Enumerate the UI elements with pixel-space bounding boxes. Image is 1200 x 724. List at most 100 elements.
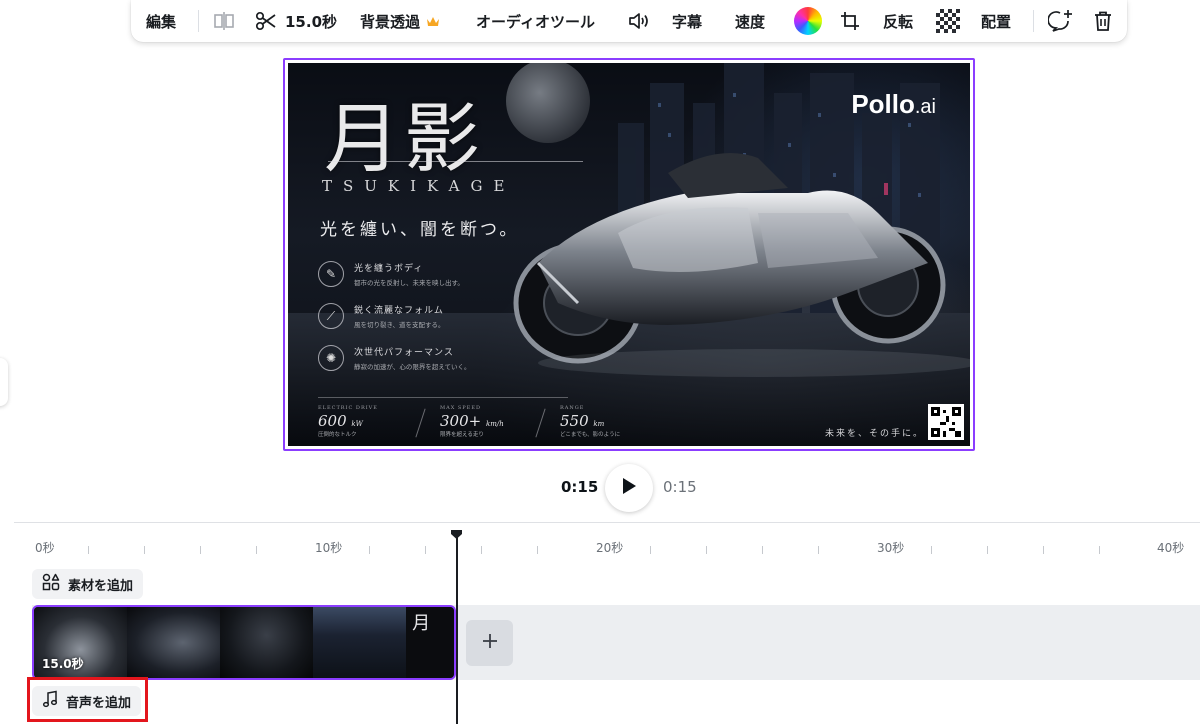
add-element-button[interactable]: 素材を追加 (32, 569, 144, 599)
design-canvas[interactable]: 月影 TSUKIKAGE 光を纏い、闇を断つ。 ✎ 光を纏うボディ 都市の光を反… (283, 58, 975, 451)
captions-button[interactable]: 字幕 (672, 0, 702, 42)
delete-button[interactable] (1092, 0, 1114, 42)
clip-thumbnail (127, 607, 221, 678)
ruler-tick (256, 546, 257, 554)
playhead-marker-icon[interactable] (450, 529, 463, 540)
flip-label: 反転 (883, 12, 914, 31)
speaker-icon (627, 11, 651, 31)
feature-desc: 静寂の加速が、心の限界を超えていく。 (354, 363, 471, 371)
spec-desc: 限界を超える走り (440, 432, 484, 438)
split-icon (213, 11, 235, 31)
trim-button[interactable]: 15.0秒 (255, 0, 337, 42)
comment-plus-icon (1048, 9, 1076, 33)
audio-tools-button[interactable]: オーディオツール (476, 0, 595, 42)
color-wheel-icon (794, 7, 822, 35)
crop-button[interactable] (839, 0, 861, 42)
feature-item: ✎ 光を纏うボディ 都市の光を反射し、未来を映し出す。 (318, 261, 464, 287)
side-panel-handle[interactable] (0, 358, 8, 406)
clip-thumbnail (220, 607, 314, 678)
toolbar-divider (198, 10, 199, 32)
spec-item: RANGE 550 km どこまでも、影のように (560, 405, 620, 438)
ruler-label: 30秒 (877, 541, 905, 555)
crown-icon (426, 15, 440, 27)
clip-poster-glyph: 月 (412, 613, 431, 634)
ruler-tick (144, 546, 145, 554)
ruler-tick (200, 546, 201, 554)
checkerboard-icon (936, 9, 960, 33)
color-button[interactable] (794, 0, 822, 42)
edit-button[interactable]: 編集 (146, 0, 176, 42)
feature-title: 光を纏うボディ (354, 264, 424, 274)
feature-title: 鋭く流麗なフォルム (354, 306, 444, 316)
spec-unit: km (593, 420, 605, 428)
edit-label: 編集 (146, 12, 177, 31)
blade-icon: ⟋ (318, 303, 344, 329)
speed-label: 速度 (735, 12, 766, 31)
timeline-divider (14, 522, 1200, 523)
audio-tools-label: オーディオツール (476, 12, 595, 31)
ruler-tick (1099, 546, 1100, 554)
qr-code-icon (928, 404, 964, 440)
ruler-label: 0秒 (35, 541, 55, 555)
spec-value: 550 (560, 412, 589, 430)
arrange-button[interactable]: 配置 (981, 0, 1011, 42)
ruler-tick (425, 546, 426, 554)
ruler-tick (369, 546, 370, 554)
volume-button[interactable] (627, 0, 651, 42)
feature-desc: 都市の光を反射し、未来を映し出す。 (354, 279, 464, 287)
video-clip[interactable]: 月 15.0秒 (32, 605, 456, 680)
top-toolbar: 編集 15.0秒 背景透過 オーディオツール 字幕 速度 反転 配置 (131, 0, 1127, 42)
bg-remove-label: 背景透過 (360, 12, 421, 31)
spec-unit: km/h (485, 420, 504, 428)
spec-unit: kW (351, 420, 363, 428)
ruler-tick (987, 546, 988, 554)
brand-suffix: .ai (914, 96, 936, 118)
play-icon (620, 476, 638, 500)
spec-value: 600 (318, 412, 347, 430)
ruler-label: 40秒 (1157, 541, 1185, 555)
spec-desc: どこまでも、影のように (560, 432, 621, 438)
scissors-icon (255, 11, 277, 31)
speed-button[interactable]: 速度 (735, 0, 765, 42)
poster-footer: 未来を、その手に。 (824, 429, 924, 439)
ruler-tick (88, 546, 89, 554)
clip-duration: 15.0秒 (42, 657, 84, 671)
background-remover-button[interactable]: 背景透過 (360, 0, 440, 42)
annotation-highlight (27, 677, 148, 722)
spec-key: ELECTRIC DRIVE (318, 405, 378, 411)
feather-icon: ✎ (318, 261, 344, 287)
turbine-icon: ✺ (318, 345, 344, 371)
duration-label: 15.0秒 (285, 12, 338, 31)
current-time: 0:15 (561, 478, 599, 496)
poster-romaji: TSUKIKAGE (322, 177, 516, 195)
split-button[interactable] (213, 0, 235, 42)
spec-desc: 圧倒的なトルク (318, 432, 357, 438)
spec-key: MAX SPEED (440, 405, 481, 411)
clip-thumbnail (313, 607, 407, 678)
ruler-tick (1043, 546, 1044, 554)
poster-image: 月影 TSUKIKAGE 光を纏い、闇を断つ。 ✎ 光を纏うボディ 都市の光を反… (288, 63, 970, 446)
captions-label: 字幕 (672, 12, 703, 31)
ruler-tick (537, 546, 538, 554)
spec-divider (318, 397, 568, 398)
toolbar-divider (1033, 10, 1034, 32)
add-comment-button[interactable] (1048, 0, 1076, 42)
feature-title: 次世代パフォーマンス (354, 348, 454, 358)
feature-item: ⟋ 鋭く流麗なフォルム 風を切り裂き、道を支配する。 (318, 303, 445, 329)
ruler-tick (706, 546, 707, 554)
spec-item: MAX SPEED 300+ km/h 限界を超える走り (440, 405, 504, 438)
trash-icon (1092, 10, 1114, 32)
ruler-tick (762, 546, 763, 554)
transparency-button[interactable] (936, 0, 960, 42)
plus-icon (481, 632, 499, 654)
playhead-line[interactable] (456, 534, 458, 724)
add-clip-button[interactable] (466, 620, 513, 666)
play-button[interactable] (605, 464, 653, 512)
flip-button[interactable]: 反転 (883, 0, 913, 42)
ruler-tick (650, 546, 651, 554)
ruler-label: 10秒 (315, 541, 343, 555)
add-element-label: 素材を追加 (68, 578, 134, 594)
brand-logo: Pollo.ai (851, 89, 936, 120)
ruler-label: 20秒 (596, 541, 624, 555)
feature-item: ✺ 次世代パフォーマンス 静寂の加速が、心の限界を超えていく。 (318, 345, 471, 371)
